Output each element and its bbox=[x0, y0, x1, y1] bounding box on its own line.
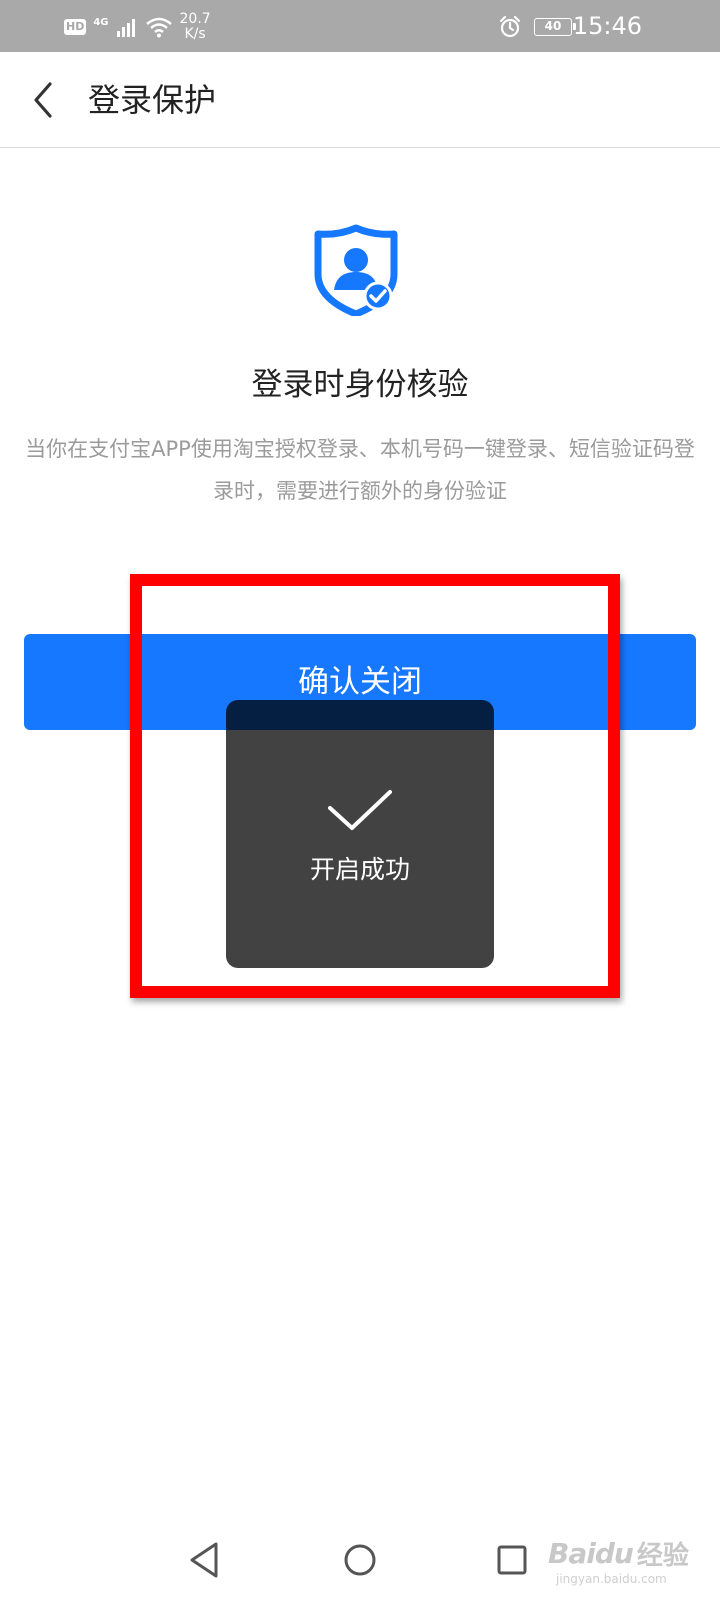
back-button[interactable] bbox=[24, 76, 64, 124]
watermark-logo: Baidu bbox=[548, 1537, 634, 1570]
battery-level: 40 bbox=[544, 19, 562, 33]
page-title: 登录保护 bbox=[88, 81, 217, 119]
feature-title: 登录时身份核验 bbox=[251, 367, 469, 403]
network-type: 4G bbox=[93, 17, 109, 28]
app-header: 登录保护 bbox=[0, 52, 720, 148]
highlight-annotation bbox=[130, 574, 620, 998]
speed-value: 20.7 bbox=[179, 11, 211, 27]
hd-icon: HD bbox=[64, 19, 87, 35]
status-left: HD 4G 20.7 K/s bbox=[64, 10, 211, 44]
status-bar: HD 4G 20.7 K/s 40 15:46 bbox=[0, 0, 720, 52]
baidu-watermark: Baidu 经验 bbox=[548, 1535, 689, 1572]
signal-icon bbox=[116, 19, 135, 37]
status-right: 40 bbox=[498, 10, 576, 44]
watermark-text: 经验 bbox=[636, 1541, 689, 1571]
chevron-left-icon bbox=[34, 82, 52, 118]
network-speed: 20.7 K/s bbox=[180, 12, 211, 42]
watermark-url: jingyan.baidu.com bbox=[556, 1572, 667, 1586]
battery-icon: 40 bbox=[534, 18, 576, 36]
speed-unit: K/s bbox=[184, 26, 206, 42]
shield-user-check-icon bbox=[314, 224, 398, 316]
clock: 15:46 bbox=[572, 12, 642, 40]
wifi-icon bbox=[145, 17, 172, 38]
square-recent-icon[interactable] bbox=[490, 1538, 534, 1582]
triangle-back-icon[interactable] bbox=[184, 1538, 228, 1582]
circle-home-icon[interactable] bbox=[338, 1538, 382, 1582]
screen: HD 4G 20.7 K/s 40 15:46 登录保护 登录时身份核验 当你在… bbox=[0, 0, 720, 1600]
feature-description: 当你在支付宝APP使用淘宝授权登录、本机号码一键登录、短信验证码登录时，需要进行… bbox=[25, 437, 695, 503]
alarm-icon bbox=[499, 15, 521, 38]
